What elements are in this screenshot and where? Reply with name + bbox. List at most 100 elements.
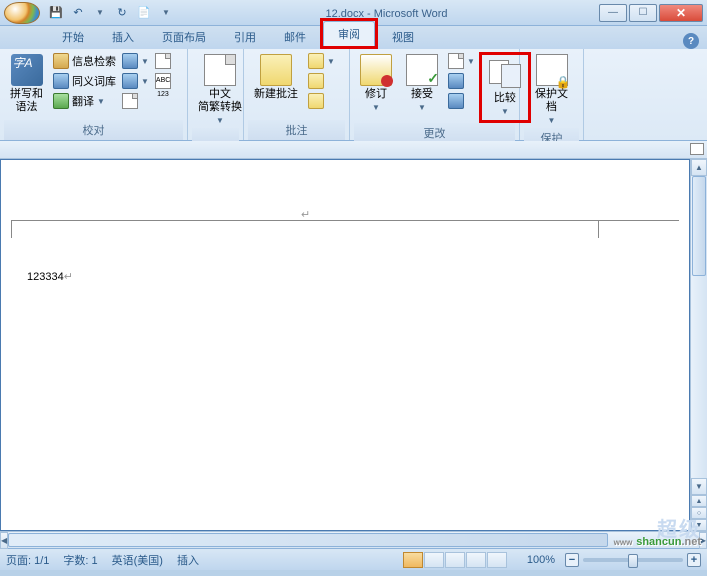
status-mode[interactable]: 插入 xyxy=(177,552,199,568)
new-comment-button[interactable]: 新建批注 xyxy=(248,52,304,103)
word-count-button[interactable] xyxy=(120,92,151,110)
next-comment-icon xyxy=(308,93,324,109)
group-comments: 新建批注 ▼ 批注 xyxy=(244,49,350,140)
delete-comment-button[interactable]: ▼ xyxy=(306,52,337,70)
help-button[interactable]: ? xyxy=(683,33,699,49)
research-button[interactable]: 信息检索 xyxy=(51,52,118,70)
page-corner-right xyxy=(598,220,599,238)
tab-references[interactable]: 引用 xyxy=(220,25,270,49)
compare-icon xyxy=(489,58,521,90)
draft-view-button[interactable] xyxy=(487,552,507,568)
document-canvas[interactable]: ↵ 123334↵ xyxy=(1,160,689,530)
window-controls: — ☐ ✕ xyxy=(599,4,703,22)
update-icon xyxy=(155,53,171,69)
next-comment-button[interactable] xyxy=(306,92,337,110)
research-icon xyxy=(53,53,69,69)
tab-mailings[interactable]: 邮件 xyxy=(270,25,320,49)
horizontal-scrollbar[interactable]: ◀ ▶ xyxy=(0,531,707,548)
scroll-left-button[interactable]: ◀ xyxy=(0,532,8,549)
vscroll-track[interactable] xyxy=(691,176,707,478)
hscroll-track[interactable] xyxy=(8,532,699,548)
repeat-icon[interactable]: ↻ xyxy=(114,5,130,21)
hscroll-thumb[interactable] xyxy=(8,533,608,547)
save-icon[interactable]: 💾 xyxy=(48,5,64,21)
prev-comment-icon xyxy=(308,73,324,89)
page-top-edge xyxy=(11,220,679,221)
translate-icon xyxy=(53,93,69,109)
language-icon xyxy=(122,73,138,89)
qat-customize-icon[interactable]: ▼ xyxy=(158,5,174,21)
zoom-slider[interactable] xyxy=(583,558,683,562)
update-input-button[interactable] xyxy=(153,52,173,70)
track-changes-button[interactable]: 修订 ▼ xyxy=(354,52,398,115)
print-preview-icon[interactable]: 📄 xyxy=(136,5,152,21)
status-language[interactable]: 英语(美国) xyxy=(112,552,163,568)
translation-tip-button[interactable]: ▼ xyxy=(120,52,151,70)
prev-comment-button[interactable] xyxy=(306,72,337,90)
set-language-button[interactable]: ▼ xyxy=(120,72,151,90)
accept-button[interactable]: 接受 ▼ xyxy=(400,52,444,115)
web-layout-view-button[interactable] xyxy=(445,552,465,568)
ribbon-tabs: 开始 插入 页面布局 引用 邮件 审阅 视图 ? xyxy=(0,26,707,49)
document-area: ↵ 123334↵ ▲ ▼ ▲ ○ ▼ xyxy=(0,159,707,531)
quick-access-toolbar: 💾 ↶ ▼ ↻ 📄 ▼ xyxy=(48,5,174,21)
tab-page-layout[interactable]: 页面布局 xyxy=(148,25,220,49)
protect-document-button[interactable]: 保护文档 ▼ xyxy=(524,52,579,128)
zoom-out-button[interactable]: − xyxy=(565,553,579,567)
reject-button[interactable]: ▼ xyxy=(446,52,477,70)
prev-page-button[interactable]: ▲ xyxy=(691,495,707,507)
full-screen-view-button[interactable] xyxy=(424,552,444,568)
translate-button[interactable]: 翻译 ▼ xyxy=(51,92,118,110)
undo-icon[interactable]: ↶ xyxy=(70,5,86,21)
prev-change-button[interactable] xyxy=(446,72,477,90)
tab-home[interactable]: 开始 xyxy=(48,25,98,49)
chinese-convert-icon xyxy=(204,54,236,86)
cursor-mark: ↵ xyxy=(64,271,73,283)
accept-icon xyxy=(406,54,438,86)
zoom-control: 100% − + xyxy=(521,553,701,567)
group-tracking: 修订 ▼ 接受 ▼ ▼ 比较 ▼ 更改 xyxy=(350,49,520,140)
status-words[interactable]: 字数: 1 xyxy=(63,552,97,568)
scroll-up-button[interactable]: ▲ xyxy=(691,159,707,176)
spelling-label: 拼写和 语法 xyxy=(10,88,43,114)
minimize-button[interactable]: — xyxy=(599,4,627,22)
group-tracking-label: 更改 xyxy=(354,123,515,143)
spelling-grammar-button[interactable]: 拼写和 语法 xyxy=(4,52,49,116)
tab-review[interactable]: 审阅 xyxy=(323,21,375,46)
delete-comment-icon xyxy=(308,53,324,69)
zoom-value[interactable]: 100% xyxy=(521,554,561,566)
ruler-bar xyxy=(0,141,707,159)
status-page[interactable]: 页面: 1/1 xyxy=(6,552,49,568)
thesaurus-button[interactable]: 同义词库 xyxy=(51,72,118,90)
tab-view[interactable]: 视图 xyxy=(378,25,428,49)
close-button[interactable]: ✕ xyxy=(659,4,703,22)
scroll-down-button[interactable]: ▼ xyxy=(691,478,707,495)
chinese-convert-button[interactable]: 中文 简繁转换 ▼ xyxy=(192,52,248,128)
zoom-in-button[interactable]: + xyxy=(687,553,701,567)
group-protect: 保护文档 ▼ 保护 xyxy=(520,49,584,140)
protect-icon xyxy=(536,54,568,86)
prev-change-icon xyxy=(448,73,464,89)
maximize-button[interactable]: ☐ xyxy=(629,4,657,22)
window-title: 12.docx - Microsoft Word xyxy=(174,6,599,20)
vertical-scrollbar[interactable]: ▲ ▼ ▲ ○ ▼ xyxy=(690,159,707,531)
abc-button[interactable]: ABC123 xyxy=(153,72,173,90)
next-change-button[interactable] xyxy=(446,92,477,110)
view-buttons xyxy=(403,552,507,568)
translation-tip-icon xyxy=(122,53,138,69)
ribbon: 拼写和 语法 信息检索 同义词库 翻译 ▼ ▼ ▼ ABC123 校对 xyxy=(0,49,707,141)
document-text[interactable]: 123334↵ xyxy=(27,268,73,283)
group-comments-label: 批注 xyxy=(248,120,345,140)
spelling-icon xyxy=(11,54,43,86)
ruler-toggle-button[interactable] xyxy=(690,143,704,155)
tab-insert[interactable]: 插入 xyxy=(98,25,148,49)
highlight-review-tab: 审阅 xyxy=(320,18,378,49)
track-changes-icon xyxy=(360,54,392,86)
next-change-icon xyxy=(448,93,464,109)
print-layout-view-button[interactable] xyxy=(403,552,423,568)
outline-view-button[interactable] xyxy=(466,552,486,568)
undo-dropdown-icon[interactable]: ▼ xyxy=(92,5,108,21)
app-name: Microsoft Word xyxy=(374,8,448,20)
vscroll-thumb[interactable] xyxy=(692,176,706,276)
office-button[interactable] xyxy=(4,2,40,24)
